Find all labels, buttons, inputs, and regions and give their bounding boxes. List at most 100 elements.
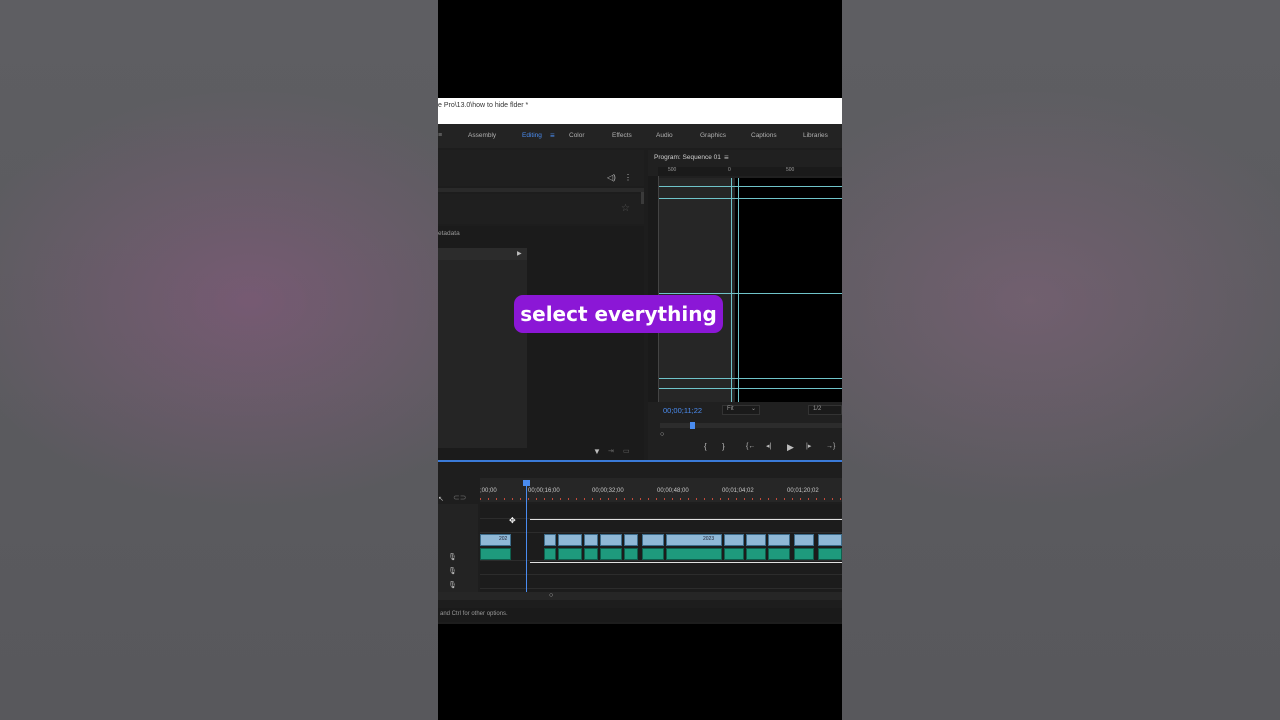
timeline-playhead[interactable] xyxy=(526,482,527,600)
audio-clip[interactable] xyxy=(544,548,556,560)
workspace-tab-graphics[interactable]: Graphics xyxy=(700,132,726,139)
selection-marquee xyxy=(530,562,842,563)
workspace-tab-effects[interactable]: Effects xyxy=(612,132,632,139)
bin-header xyxy=(438,248,527,260)
microphone-icon[interactable]: 🎙 xyxy=(448,554,457,562)
audio-clip[interactable] xyxy=(642,548,664,560)
resolution-dropdown[interactable]: 1/2 xyxy=(808,405,842,415)
audio-clip[interactable] xyxy=(600,548,622,560)
time-label: 00;00;32;00 xyxy=(592,488,624,494)
window-title: e Pro\13.0\how to hide flder * xyxy=(438,102,529,109)
panel-focus-line xyxy=(438,460,842,462)
zoom-handle-icon[interactable]: ○ xyxy=(660,431,664,439)
play-icon[interactable]: ▶ xyxy=(787,443,794,452)
time-label: ;00;00 xyxy=(480,488,497,494)
audio-clip[interactable] xyxy=(794,548,814,560)
fit-dropdown[interactable]: Fit ⌄ xyxy=(722,405,760,415)
monitor-scrubber[interactable] xyxy=(660,422,842,429)
bin-list: ▶ xyxy=(438,248,527,448)
clip-label: 202 xyxy=(499,536,508,542)
vertical-ruler xyxy=(648,176,659,402)
audio-clip[interactable] xyxy=(584,548,598,560)
video-clip[interactable]: 202 xyxy=(480,534,511,546)
video-clip[interactable] xyxy=(794,534,814,546)
video-clip[interactable]: 2023 xyxy=(666,534,722,546)
workspace-tab-assembly[interactable]: Assembly xyxy=(468,132,496,139)
filter-icon[interactable]: ▼ xyxy=(593,448,601,456)
playhead-handle[interactable] xyxy=(523,480,530,486)
guide-line[interactable] xyxy=(659,293,842,294)
video-clip[interactable] xyxy=(724,534,744,546)
selection-tool-icon[interactable]: ↖ xyxy=(438,496,444,504)
video-clip[interactable] xyxy=(544,534,556,546)
workspace-tab-editing[interactable]: Editing xyxy=(522,132,542,139)
video-clip[interactable] xyxy=(746,534,766,546)
playhead-marker[interactable] xyxy=(690,422,695,429)
track-area[interactable]: ✥ 202 2023 xyxy=(480,480,842,600)
video-clip[interactable] xyxy=(624,534,638,546)
workspaces-overflow-icon[interactable]: ≡ xyxy=(438,132,442,140)
go-to-in-icon[interactable]: {← xyxy=(746,443,755,451)
go-to-out-icon[interactable]: →} xyxy=(826,443,835,451)
volume-icon[interactable]: ◁) xyxy=(607,174,616,182)
scrollbar[interactable] xyxy=(641,192,644,204)
guide-line[interactable] xyxy=(738,178,739,402)
video-clip[interactable] xyxy=(600,534,622,546)
zoom-handle-icon[interactable]: ○ xyxy=(549,592,553,600)
audio-clip[interactable] xyxy=(724,548,744,560)
tab-metadata[interactable]: etadata xyxy=(438,230,460,237)
timeline-scrollbar[interactable]: ○ xyxy=(438,592,842,600)
microphone-icon[interactable]: 🎙 xyxy=(448,582,457,590)
track-divider xyxy=(480,574,842,575)
hamburger-icon[interactable]: ≡ xyxy=(550,131,555,140)
new-item-icon[interactable]: ▭ xyxy=(623,448,630,456)
window-titlebar: e Pro\13.0\how to hide flder * xyxy=(438,98,842,124)
microphone-icon[interactable]: 🎙 xyxy=(448,568,457,576)
program-timecode[interactable]: 00;00;11;22 xyxy=(663,406,702,415)
expand-icon[interactable]: ▶ xyxy=(517,250,522,258)
audio-clip[interactable] xyxy=(624,548,638,560)
star-icon[interactable]: ☆ xyxy=(621,204,630,214)
video-clip[interactable] xyxy=(584,534,598,546)
guide-line[interactable] xyxy=(659,198,842,199)
timeline-ruler[interactable]: ;00;00 00;00;16;00 00;00;32;00 00;00;48;… xyxy=(480,478,842,502)
workspace-tab-libraries[interactable]: Libraries xyxy=(803,132,828,139)
monitor-menu-icon[interactable]: ≡ xyxy=(724,153,729,162)
time-label: 00;01;04;02 xyxy=(722,488,754,494)
workspace-tab-captions[interactable]: Captions xyxy=(751,132,777,139)
workspace-bar: ≡ Assembly Editing ≡ Color Effects Audio… xyxy=(438,124,842,148)
audio-clip[interactable] xyxy=(746,548,766,560)
time-label: 00;00;16;00 xyxy=(528,488,560,494)
video-clip[interactable] xyxy=(642,534,664,546)
step-back-icon[interactable]: ◂| xyxy=(766,443,771,451)
video-clip[interactable] xyxy=(818,534,842,546)
chevron-down-icon: ⌄ xyxy=(751,406,757,412)
selection-marquee xyxy=(530,519,842,520)
step-forward-icon[interactable]: |▸ xyxy=(806,443,811,451)
audio-clip[interactable] xyxy=(558,548,582,560)
audio-clip[interactable] xyxy=(666,548,722,560)
audio-clip[interactable] xyxy=(768,548,790,560)
fit-value: Fit xyxy=(727,406,734,412)
audio-clip[interactable] xyxy=(480,548,511,560)
workspace-tab-audio[interactable]: Audio xyxy=(656,132,673,139)
source-panel-header: ◁) ⋮ xyxy=(438,150,644,186)
project-panel: etadata ▶ ▼ ⇥ ▭ xyxy=(438,226,644,462)
mark-out-icon[interactable]: } xyxy=(722,443,725,451)
mark-in-icon[interactable]: { xyxy=(704,443,707,451)
time-label: 00;00;48;00 xyxy=(657,488,689,494)
video-clip[interactable] xyxy=(768,534,790,546)
guide-line[interactable] xyxy=(659,186,842,187)
track-divider xyxy=(480,532,842,533)
guide-line[interactable] xyxy=(731,178,732,402)
automate-icon[interactable]: ⇥ xyxy=(608,448,614,456)
audio-clip[interactable] xyxy=(818,548,842,560)
video-clip[interactable] xyxy=(558,534,582,546)
linked-selection-icon[interactable]: ⊂⊃ xyxy=(453,494,466,502)
more-options-icon[interactable]: ⋮ xyxy=(624,174,632,182)
workspace-tab-color[interactable]: Color xyxy=(569,132,585,139)
guide-line[interactable] xyxy=(659,378,842,379)
guide-line[interactable] xyxy=(659,388,842,389)
overlay-caption: select everything xyxy=(514,295,723,333)
ruler-label: 500 xyxy=(786,167,795,173)
